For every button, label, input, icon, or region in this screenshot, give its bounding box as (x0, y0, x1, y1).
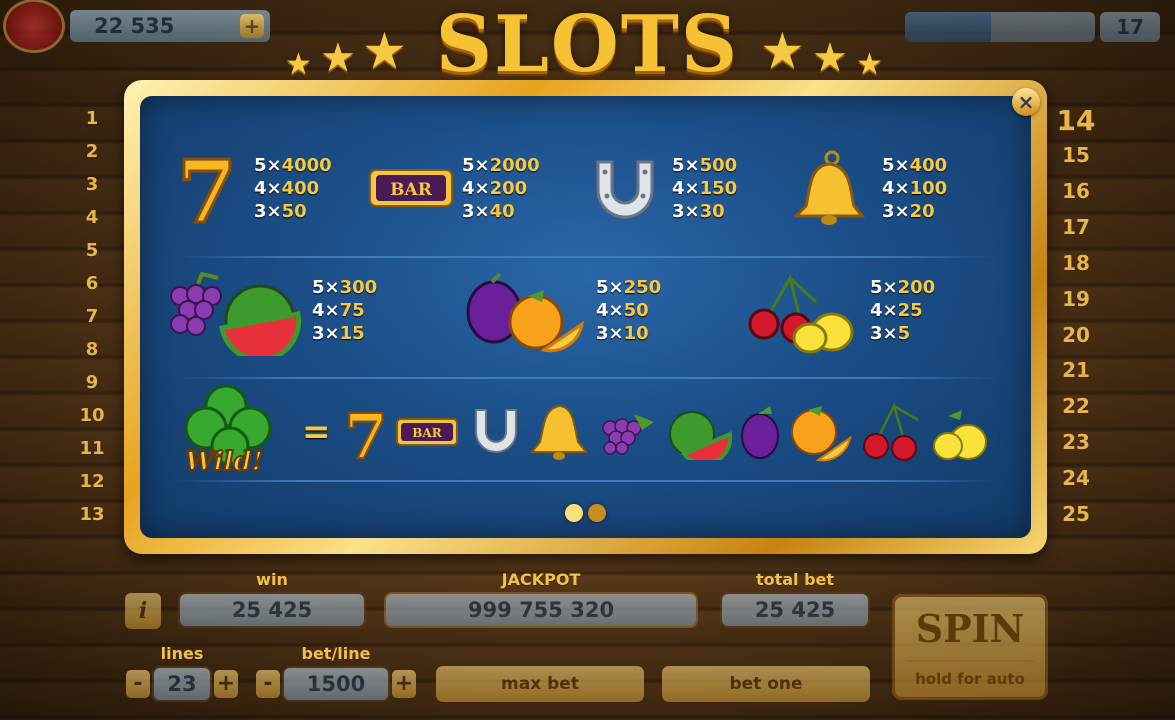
bell-small-icon (529, 404, 589, 460)
bet-one-button[interactable]: bet one (662, 666, 870, 702)
spin-divider (906, 660, 1034, 662)
star-icon: ★ (760, 22, 805, 80)
bell-icon (792, 150, 866, 225)
level-progress-fill (905, 12, 991, 42)
row-divider (175, 480, 995, 482)
plum-orange-payouts: 5×250 4×50 3×10 (596, 277, 662, 344)
line-number-right: 15 (1062, 143, 1090, 167)
watermelon-small-icon (669, 411, 732, 460)
svg-text:7: 7 (177, 150, 237, 230)
total-bet-display: 25 425 (720, 592, 870, 628)
line-number-right: 18 (1062, 250, 1090, 275)
coin-icon (6, 2, 62, 50)
balance-value: 22 535 (94, 14, 175, 38)
svg-text:Wild!: Wild! (185, 447, 263, 477)
line-number-right: 20 (1062, 322, 1090, 347)
lines-value: 23 (152, 666, 212, 702)
lines-increase-button[interactable]: + (214, 670, 238, 698)
close-paytable-button[interactable]: × (1012, 88, 1040, 116)
total-bet-label: total bet (755, 570, 835, 589)
spin-label: SPIN (915, 606, 1025, 651)
line-number-right: 14 (1056, 104, 1096, 137)
row-divider (175, 377, 995, 379)
star-icon: ★ (320, 35, 356, 81)
lemon-small-icon (933, 410, 987, 460)
svg-text:BAR: BAR (412, 426, 442, 440)
line-number-left: 1 (85, 108, 99, 129)
line-number-right: 24 (1062, 466, 1090, 491)
line-number-left: 5 (85, 240, 99, 261)
jackpot-label: JACKPOT (501, 570, 581, 589)
line-number-right: 17 (1062, 214, 1090, 239)
star-icon: ★ (812, 35, 848, 81)
grapes-small-icon (602, 414, 654, 455)
cherry-lemon-icon (748, 274, 854, 354)
line-number-right: 16 (1062, 178, 1090, 203)
line-number-left: 13 (79, 504, 105, 525)
bar-payouts: 5×2000 4×200 3×40 (462, 155, 540, 222)
line-number-left: 4 (85, 207, 99, 228)
plum-orange-icon (466, 272, 585, 353)
line-number-left: 3 (85, 174, 99, 195)
line-number-right: 23 (1062, 430, 1090, 455)
bet-line-value: 1500 (282, 666, 390, 702)
bar-symbol-icon: BAR (369, 169, 453, 207)
spin-sublabel: hold for auto (915, 670, 1025, 688)
grapes-watermelon-icon (170, 271, 302, 356)
star-icon: ★ (856, 47, 883, 82)
win-display: 25 425 (178, 592, 366, 628)
line-number-right: 25 (1062, 502, 1090, 526)
page-dot-active[interactable] (565, 504, 583, 522)
game-title: SLOTS (435, 0, 740, 90)
bet-line-decrease-button[interactable]: - (256, 670, 280, 698)
bar-small-icon: BAR (396, 418, 458, 446)
add-coins-button[interactable]: + (240, 14, 264, 38)
line-number-left: 2 (85, 141, 99, 162)
grapes-watermelon-payouts: 5×300 4×75 3×15 (312, 277, 378, 344)
line-number-left: 11 (79, 438, 105, 459)
svg-text:BAR: BAR (390, 180, 433, 200)
bet-per-line-label: bet/line (301, 644, 371, 663)
plum-small-icon (741, 406, 779, 459)
line-number-left: 12 (79, 471, 105, 492)
line-number-left: 7 (85, 306, 99, 327)
line-number-left: 9 (85, 372, 99, 393)
orange-small-icon (791, 406, 852, 462)
seven-small-icon: 7 (343, 404, 388, 464)
lines-decrease-button[interactable]: - (126, 670, 150, 698)
line-number-right: 22 (1062, 394, 1090, 419)
equals-sign: = (302, 412, 331, 452)
line-number-right: 21 (1062, 358, 1090, 383)
lines-label: lines (160, 644, 204, 663)
line-number-left: 6 (85, 273, 99, 294)
seven-payouts: 5×4000 4×400 3×50 (254, 155, 332, 222)
level-number: 17 (1100, 12, 1160, 42)
level-progress-bar (905, 12, 1095, 42)
info-button[interactable]: i (125, 593, 161, 629)
horseshoe-payouts: 5×500 4×150 3×30 (672, 155, 738, 222)
horseshoe-small-icon (475, 409, 517, 453)
row-divider (175, 256, 995, 258)
jackpot-display: 999 755 320 (384, 592, 698, 628)
win-label: win (256, 570, 288, 589)
max-bet-button[interactable]: max bet (436, 666, 644, 702)
wild-clover-icon: Wild! (184, 384, 272, 478)
cherry-lemon-payouts: 5×200 4×25 3×5 (870, 277, 936, 344)
cherries-small-icon (863, 402, 919, 461)
star-icon: ★ (362, 22, 407, 80)
svg-text:7: 7 (344, 404, 387, 464)
seven-symbol-icon: 7 (176, 150, 239, 230)
page-dot[interactable] (588, 504, 606, 522)
star-icon: ★ (285, 47, 312, 82)
line-number-left: 10 (79, 405, 105, 426)
line-number-left: 8 (85, 339, 99, 360)
horseshoe-icon (596, 160, 654, 219)
bet-line-increase-button[interactable]: + (392, 670, 416, 698)
line-number-right: 19 (1062, 286, 1090, 311)
bell-payouts: 5×400 4×100 3×20 (882, 155, 948, 222)
